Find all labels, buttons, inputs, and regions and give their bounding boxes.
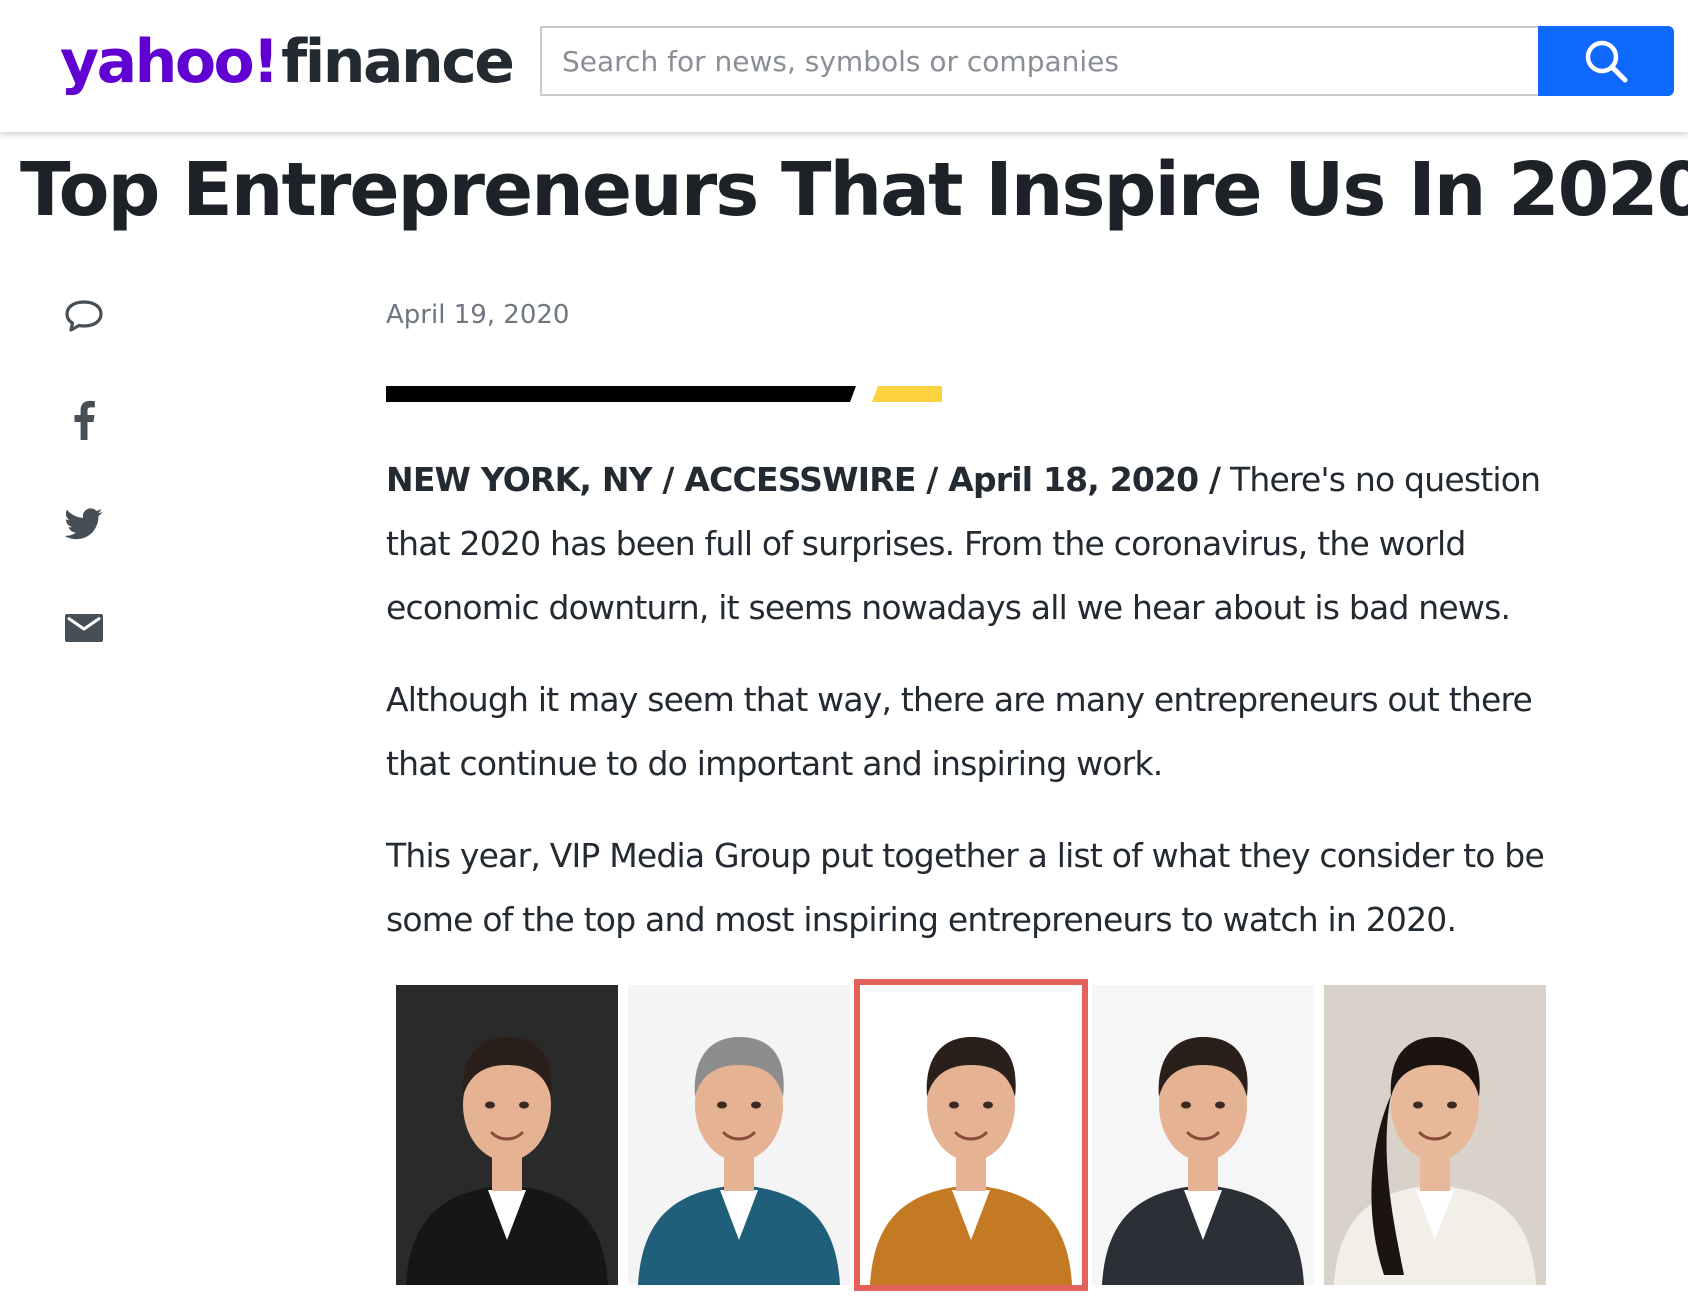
search-input[interactable] xyxy=(542,28,1540,94)
logo-product: finance xyxy=(281,27,515,97)
entrepreneur-photo-1-image xyxy=(396,985,618,1285)
article-paragraph-1: NEW YORK, NY / ACCESSWIRE / April 18, 20… xyxy=(386,448,1576,640)
comment-icon xyxy=(65,300,103,332)
article-paragraph-3: This year, VIP Media Group put together … xyxy=(386,836,1545,939)
twitter-icon xyxy=(65,508,103,540)
article-date: April 19, 2020 xyxy=(386,300,570,330)
entrepreneur-photo-4 xyxy=(1092,985,1314,1285)
search-button[interactable] xyxy=(1538,26,1674,96)
entrepreneur-photo-3 xyxy=(854,979,1088,1291)
entrepreneur-photo-1 xyxy=(396,985,618,1285)
search-icon xyxy=(1585,40,1628,83)
entrepreneur-photo-strip xyxy=(396,979,1546,1295)
article-divider-yellow xyxy=(872,386,942,402)
article-paragraph-2: Although it may seem that way, there are… xyxy=(386,680,1533,783)
entrepreneur-photo-2-image xyxy=(628,985,850,1285)
email-share-button[interactable] xyxy=(58,602,110,654)
yahoo-finance-logo[interactable]: yahoo! finance xyxy=(60,22,515,102)
article-dateline: NEW YORK, NY / ACCESSWIRE / April 18, 20… xyxy=(386,460,1221,499)
entrepreneur-photo-4-image xyxy=(1092,985,1314,1285)
mail-icon xyxy=(65,614,103,642)
logo-brand: yahoo! xyxy=(60,27,280,97)
entrepreneur-photo-2 xyxy=(628,985,850,1285)
site-header: yahoo! finance xyxy=(0,0,1688,132)
twitter-share-button[interactable] xyxy=(58,498,110,550)
entrepreneur-photo-3-image xyxy=(860,985,1082,1285)
article-title: Top Entrepreneurs That Inspire Us In 202… xyxy=(20,147,1688,233)
article-divider-black xyxy=(386,386,856,402)
entrepreneur-photo-5-image xyxy=(1324,985,1546,1285)
facebook-icon xyxy=(74,400,95,440)
search-box xyxy=(540,26,1540,96)
comment-button[interactable] xyxy=(58,290,110,342)
facebook-share-button[interactable] xyxy=(58,394,110,446)
entrepreneur-photo-5 xyxy=(1324,985,1546,1285)
article-body: NEW YORK, NY / ACCESSWIRE / April 18, 20… xyxy=(386,448,1576,980)
